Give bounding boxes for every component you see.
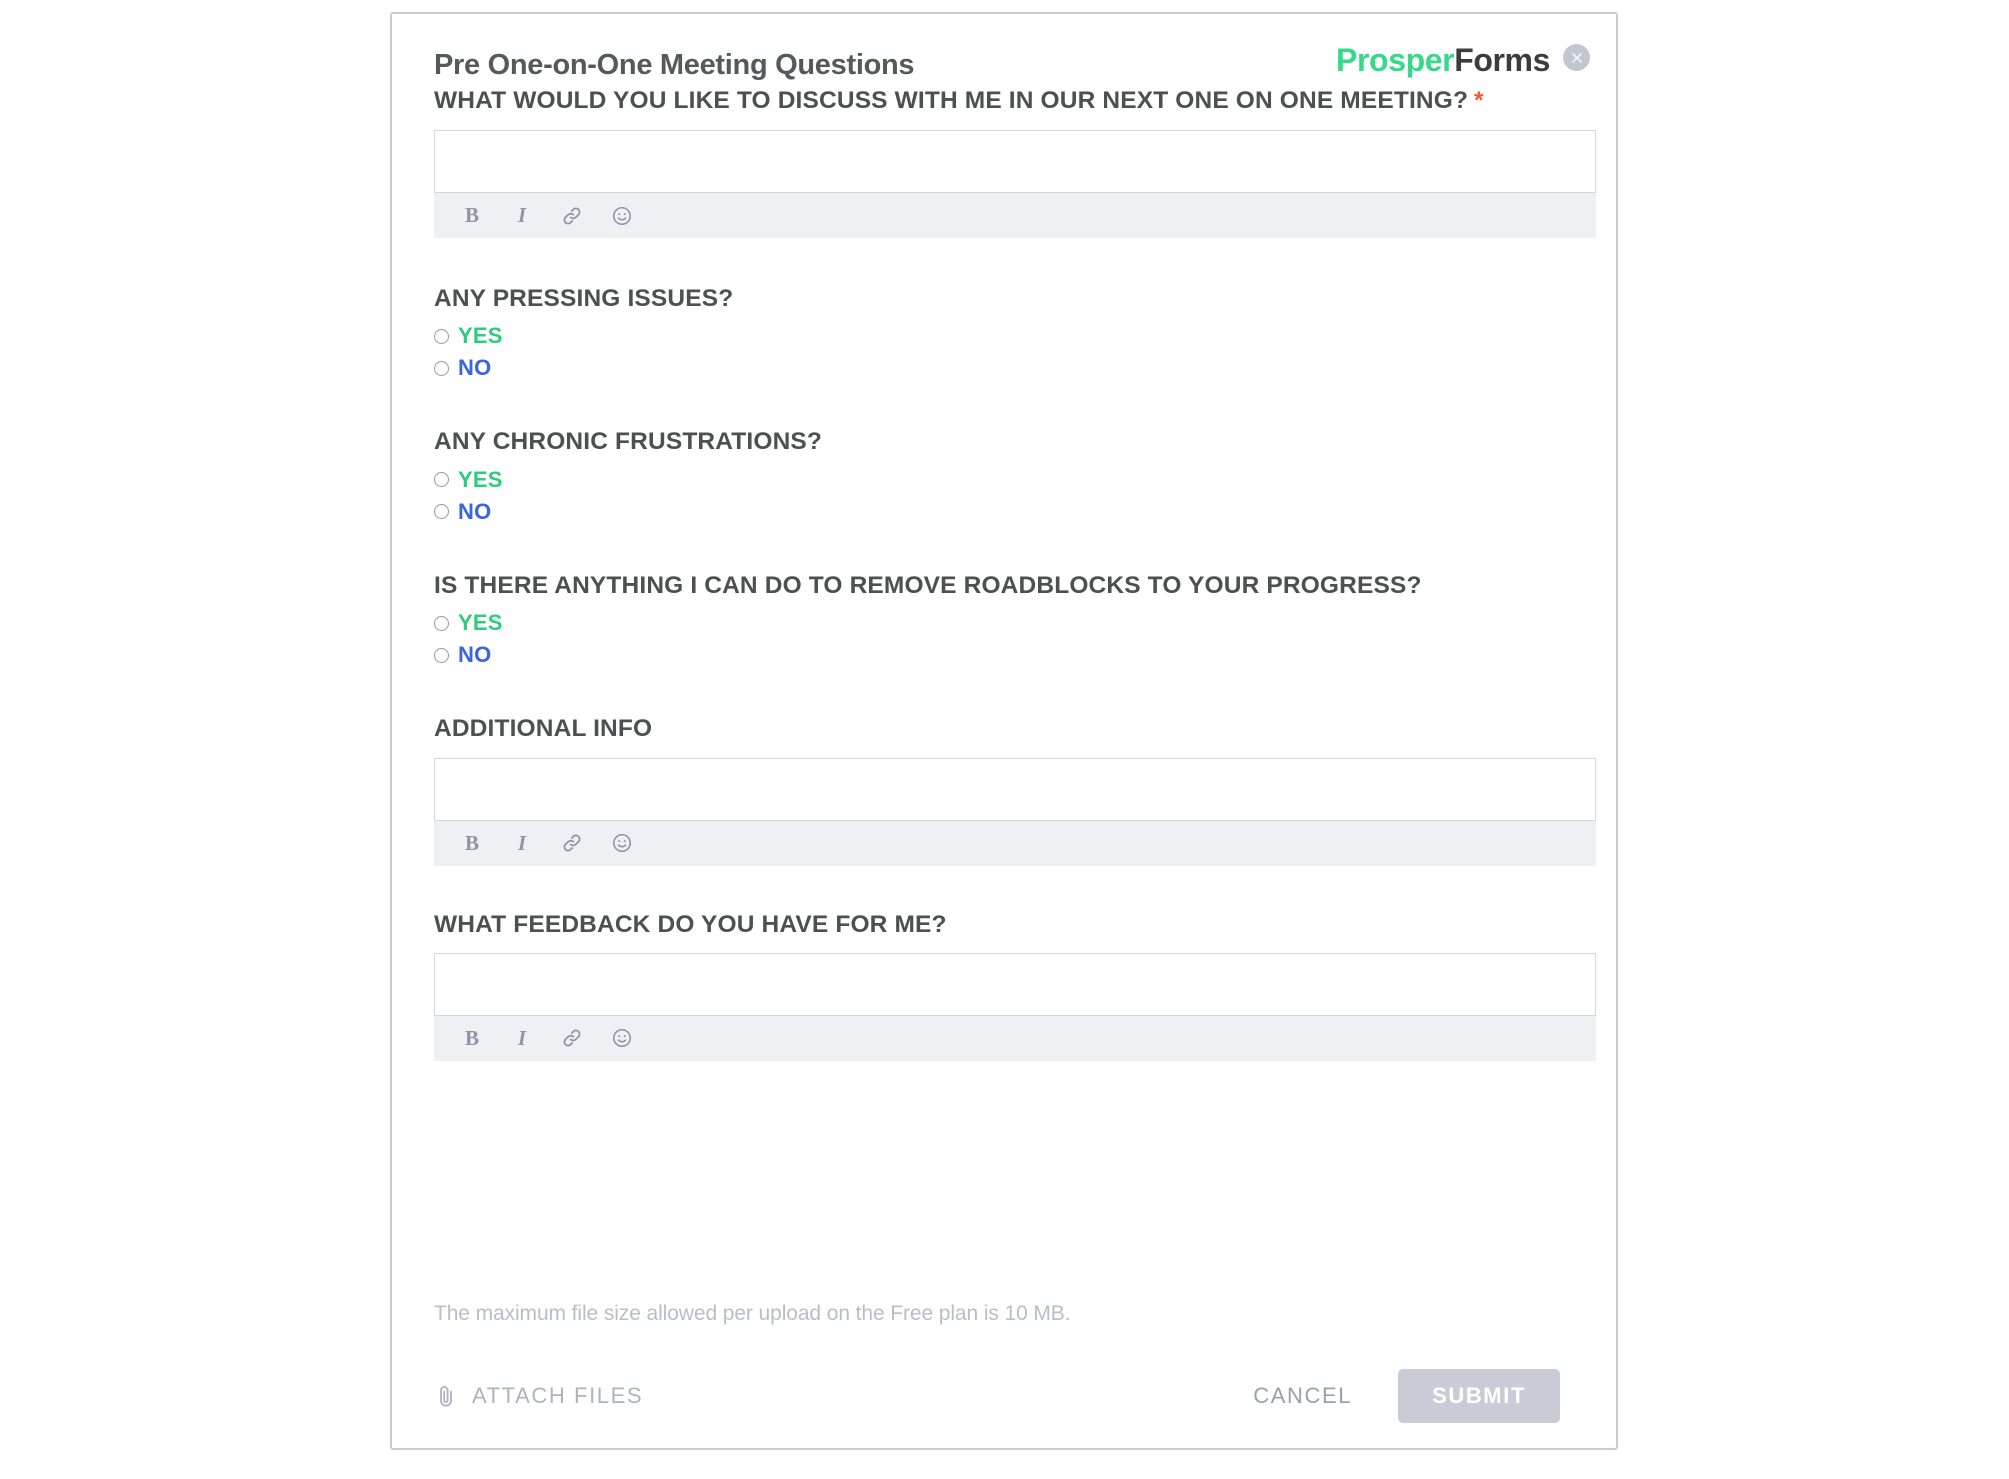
radio-circle-icon[interactable] bbox=[434, 328, 449, 344]
logo-prosper-text: Prosper bbox=[1336, 42, 1455, 78]
form-field-additional-info: ADDITIONAL INFO B I bbox=[434, 714, 1596, 866]
italic-icon[interactable]: I bbox=[510, 1026, 534, 1050]
radio-group: YES NO bbox=[434, 323, 1560, 381]
form-card: ProsperForms Pre One-on-One Meeting Ques… bbox=[390, 12, 1618, 1450]
radio-option-label: YES bbox=[458, 610, 503, 636]
required-asterisk: * bbox=[1474, 87, 1484, 115]
radio-group: YES NO bbox=[434, 467, 1560, 525]
radio-option-yes[interactable]: YES bbox=[434, 323, 503, 349]
radio-option-label: NO bbox=[458, 642, 492, 668]
form-field-feedback: WHAT FEEDBACK DO YOU HAVE FOR ME? B I bbox=[434, 910, 1596, 1061]
cancel-button[interactable]: CANCEL bbox=[1253, 1383, 1352, 1409]
richtext-editor: B I bbox=[434, 130, 1596, 239]
radio-option-no[interactable]: NO bbox=[434, 499, 491, 525]
radio-group: YES NO bbox=[434, 610, 1560, 668]
radio-option-label: NO bbox=[458, 498, 492, 524]
form-footer: ATTACH FILES CANCEL SUBMIT bbox=[434, 1369, 1560, 1423]
discuss-textarea[interactable] bbox=[434, 130, 1596, 194]
form-field-pressing-issues: ANY PRESSING ISSUES? YES NO bbox=[434, 284, 1560, 381]
field-label: IS THERE ANYTHING I CAN DO TO REMOVE ROA… bbox=[434, 571, 1422, 599]
emoji-icon[interactable] bbox=[610, 204, 634, 228]
radio-circle-icon[interactable] bbox=[434, 504, 449, 520]
feedback-textarea[interactable] bbox=[434, 952, 1596, 1016]
attach-files-label: ATTACH FILES bbox=[472, 1383, 644, 1408]
form-field-discuss: WHAT WOULD YOU LIKE TO DISCUSS WITH ME I… bbox=[434, 86, 1596, 239]
radio-circle-icon[interactable] bbox=[434, 647, 449, 663]
prosperforms-logo: ProsperForms bbox=[1336, 44, 1550, 76]
bold-icon[interactable]: B bbox=[460, 831, 484, 855]
radio-option-yes[interactable]: YES bbox=[434, 610, 503, 636]
footer-actions: CANCEL SUBMIT bbox=[1253, 1369, 1560, 1423]
additional-info-textarea[interactable] bbox=[434, 757, 1596, 821]
radio-option-no[interactable]: NO bbox=[434, 355, 491, 381]
submit-button[interactable]: SUBMIT bbox=[1398, 1369, 1560, 1423]
bold-icon[interactable]: B bbox=[460, 204, 484, 228]
field-label: ANY PRESSING ISSUES? bbox=[434, 285, 734, 313]
form-card-inner: ProsperForms Pre One-on-One Meeting Ques… bbox=[392, 14, 1616, 1448]
radio-option-label: YES bbox=[458, 466, 503, 492]
attach-files-button[interactable]: ATTACH FILES bbox=[434, 1383, 643, 1409]
bold-icon[interactable]: B bbox=[460, 1026, 484, 1050]
field-label: ADDITIONAL INFO bbox=[434, 715, 653, 743]
editor-toolbar: B I bbox=[434, 1015, 1596, 1061]
richtext-editor: B I bbox=[434, 952, 1596, 1061]
editor-toolbar: B I bbox=[434, 820, 1596, 866]
link-icon[interactable] bbox=[560, 204, 584, 228]
close-icon[interactable] bbox=[1563, 44, 1590, 71]
paperclip-icon bbox=[434, 1383, 458, 1409]
form-field-roadblocks: IS THERE ANYTHING I CAN DO TO REMOVE ROA… bbox=[434, 571, 1560, 668]
file-size-note: The maximum file size allowed per upload… bbox=[434, 1302, 1071, 1325]
emoji-icon[interactable] bbox=[610, 1026, 634, 1050]
radio-option-label: YES bbox=[458, 323, 503, 349]
italic-icon[interactable]: I bbox=[510, 204, 534, 228]
radio-option-no[interactable]: NO bbox=[434, 642, 491, 668]
radio-option-yes[interactable]: YES bbox=[434, 467, 503, 493]
field-label: WHAT FEEDBACK DO YOU HAVE FOR ME? bbox=[434, 910, 947, 938]
emoji-icon[interactable] bbox=[610, 831, 634, 855]
radio-circle-icon[interactable] bbox=[434, 615, 449, 631]
form-field-chronic-frustrations: ANY CHRONIC FRUSTRATIONS? YES NO bbox=[434, 427, 1560, 524]
richtext-editor: B I bbox=[434, 757, 1596, 866]
field-label: WHAT WOULD YOU LIKE TO DISCUSS WITH ME I… bbox=[434, 86, 1560, 116]
link-icon[interactable] bbox=[560, 831, 584, 855]
italic-icon[interactable]: I bbox=[510, 831, 534, 855]
radio-circle-icon[interactable] bbox=[434, 360, 449, 376]
radio-circle-icon[interactable] bbox=[434, 472, 449, 488]
logo-forms-text: Forms bbox=[1454, 42, 1550, 78]
field-label: ANY CHRONIC FRUSTRATIONS? bbox=[434, 428, 823, 456]
editor-toolbar: B I bbox=[434, 193, 1596, 239]
radio-option-label: NO bbox=[458, 355, 492, 381]
link-icon[interactable] bbox=[560, 1026, 584, 1050]
page-root: ProsperForms Pre One-on-One Meeting Ques… bbox=[0, 0, 2009, 1479]
field-label-text: WHAT WOULD YOU LIKE TO DISCUSS WITH ME I… bbox=[434, 87, 1469, 115]
